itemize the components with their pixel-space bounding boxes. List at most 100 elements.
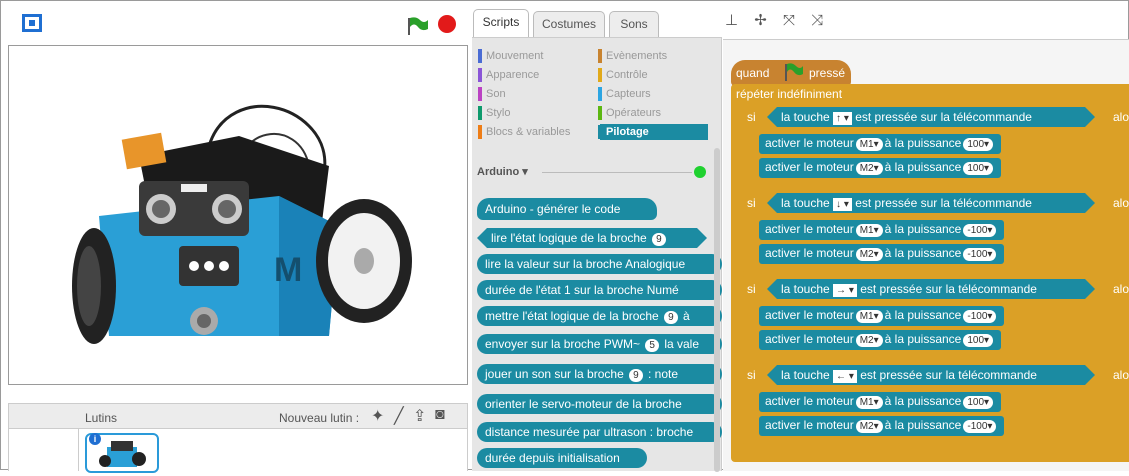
motor-block[interactable]: activer le moteur M2▾ à la puissance 100▾ [759,330,1002,350]
motor-dropdown[interactable]: M2▾ [855,420,883,433]
camera-icon[interactable]: ◙ [435,406,445,424]
category-ev-nements[interactable]: Evènements [598,48,708,64]
block-input[interactable]: 9 [629,369,643,382]
arduino-extension-label[interactable]: Arduino ▾ [477,165,528,178]
motor-dropdown[interactable]: M1▾ [855,396,883,409]
palette-block-label: lire l'état logique de la broche [491,231,647,245]
stage[interactable]: M [8,45,468,385]
palette-block[interactable]: lire l'état logique de la broche 9 [477,228,707,248]
cond-pre-label: la touche [781,110,830,124]
palette-block[interactable]: jouer un son sur la broche 9 : note [477,364,722,384]
key-pressed-condition[interactable]: la touche ↓ ▾ est pressée sur la télécom… [767,193,1095,213]
key-pressed-condition[interactable]: la touche ← ▾ est pressée sur la télécom… [767,365,1095,385]
motor-pre-label: activer le moteur [765,136,854,150]
category-mouvement[interactable]: Mouvement [478,48,588,64]
motor-block[interactable]: activer le moteur M2▾ à la puissance -100▾ [759,416,1005,436]
power-value: 100 [967,397,985,408]
category-contr-le[interactable]: Contrôle [598,67,708,83]
motor-block[interactable]: activer le moteur M2▾ à la puissance -100▾ [759,244,1005,264]
palette-block[interactable]: envoyer sur la broche PWM~ 5 la vale [477,334,722,354]
palette-block[interactable]: Arduino - générer le code [477,198,657,220]
motor-block[interactable]: activer le moteur M1▾ à la puissance 100▾ [759,392,1002,412]
palette-block[interactable]: orienter le servo-moteur de la broche [477,394,722,414]
motor-pre-label: activer le moteur [765,222,854,236]
power-dropdown[interactable]: 100▾ [963,162,994,175]
power-dropdown[interactable]: -100▾ [963,224,997,237]
motor-value: M2 [859,335,874,346]
power-value: -100 [967,421,988,432]
cursor-tools[interactable]: ⊥ ✢ ⤧ ⤨ [725,11,829,29]
stage-header [6,9,466,45]
power-dropdown[interactable]: -100▾ [963,310,997,323]
palette-block-label: durée depuis initialisation [485,451,620,465]
cond-post-label: est pressée sur la télécommande [855,110,1032,124]
motor-pre-label: activer le moteur [765,308,854,322]
block-input[interactable]: 9 [652,233,666,246]
category-stylo[interactable]: Stylo [478,105,588,121]
category-apparence[interactable]: Apparence [478,67,588,83]
stage-thumbnail-panel[interactable] [9,429,79,471]
motor-block[interactable]: activer le moteur M1▾ à la puissance -100▾ [759,306,1005,326]
power-dropdown[interactable]: 100▾ [963,396,994,409]
key-dropdown[interactable]: ← ▾ [833,370,857,383]
power-dropdown[interactable]: 100▾ [963,138,994,151]
palette-block-label: Arduino - générer le code [485,202,621,216]
palette-block[interactable]: durée depuis initialisation [477,448,647,468]
category-label: Mouvement [486,50,544,62]
motor-dropdown[interactable]: M2▾ [855,248,883,261]
power-dropdown[interactable]: -100▾ [963,248,997,261]
fullscreen-icon[interactable] [22,14,42,32]
category-color-swatch [478,49,482,63]
forever-label: répéter indéfiniment [736,87,843,101]
key-dropdown[interactable]: → ▾ [833,284,857,297]
sprite-thumbnail[interactable]: i [85,433,159,473]
if-label: si [747,110,756,124]
key-dropdown[interactable]: ↓ ▾ [833,198,852,211]
category-color-swatch [478,87,482,101]
palette-scrollbar[interactable] [714,148,720,472]
when-flag-clicked-block[interactable]: quand pressé [731,60,851,86]
key-value: → [836,285,847,296]
tab-costumes[interactable]: Costumes [533,11,605,37]
category-color-swatch [478,68,482,82]
block-input[interactable]: 5 [645,339,659,352]
upload-sprite-icon[interactable]: ⇪ [413,406,426,426]
palette-block[interactable]: lire la valeur sur la broche Analogique [477,254,722,274]
info-icon[interactable]: i [89,433,101,445]
block-input[interactable]: 9 [664,311,678,324]
power-dropdown[interactable]: 100▾ [963,334,994,347]
paint-sprite-icon[interactable]: ╱ [394,406,404,426]
key-dropdown[interactable]: ↑ ▾ [833,112,852,125]
power-dropdown[interactable]: -100▾ [963,420,997,433]
choose-sprite-icon[interactable]: ✦ [371,406,384,426]
stop-icon[interactable] [438,15,456,33]
key-pressed-condition[interactable]: la touche ↑ ▾ est pressée sur la télécom… [767,107,1095,127]
script-area[interactable]: quand pressé répéter indéfiniment si alor… [723,39,1129,471]
motor-dropdown[interactable]: M2▾ [855,334,883,347]
palette-block-label: mettre l'état logique de la broche [485,309,659,323]
category-blocs-variables[interactable]: Blocs & variables [478,124,588,140]
category-son[interactable]: Son [478,86,588,102]
motor-dropdown[interactable]: M1▾ [855,224,883,237]
category-pilotage[interactable]: Pilotage [598,124,708,140]
motor-block[interactable]: activer le moteur M1▾ à la puissance -100▾ [759,220,1005,240]
category-capteurs[interactable]: Capteurs [598,86,708,102]
green-flag-icon[interactable] [406,16,430,36]
motor-dropdown[interactable]: M2▾ [855,162,883,175]
motor-dropdown[interactable]: M1▾ [855,310,883,323]
category-label: Blocs & variables [486,126,571,138]
motor-dropdown[interactable]: M1▾ [855,138,883,151]
if-label: si [747,368,756,382]
motor-block[interactable]: activer le moteur M2▾ à la puissance 100▾ [759,158,1002,178]
key-pressed-condition[interactable]: la touche → ▾ est pressée sur la télécom… [767,279,1095,299]
palette-block[interactable]: durée de l'état 1 sur la broche Numé [477,280,722,300]
category-label: Stylo [486,107,511,119]
motor-block[interactable]: activer le moteur M1▾ à la puissance 100▾ [759,134,1002,154]
category-color-swatch [598,125,602,139]
tab-scripts[interactable]: Scripts [473,9,529,37]
motor-value: M1 [859,397,874,408]
category-op-rateurs[interactable]: Opérateurs [598,105,708,121]
palette-block[interactable]: distance mesurée par ultrason : broche [477,422,722,442]
tab-sounds[interactable]: Sons [609,11,659,37]
palette-block[interactable]: mettre l'état logique de la broche 9 à [477,306,722,326]
